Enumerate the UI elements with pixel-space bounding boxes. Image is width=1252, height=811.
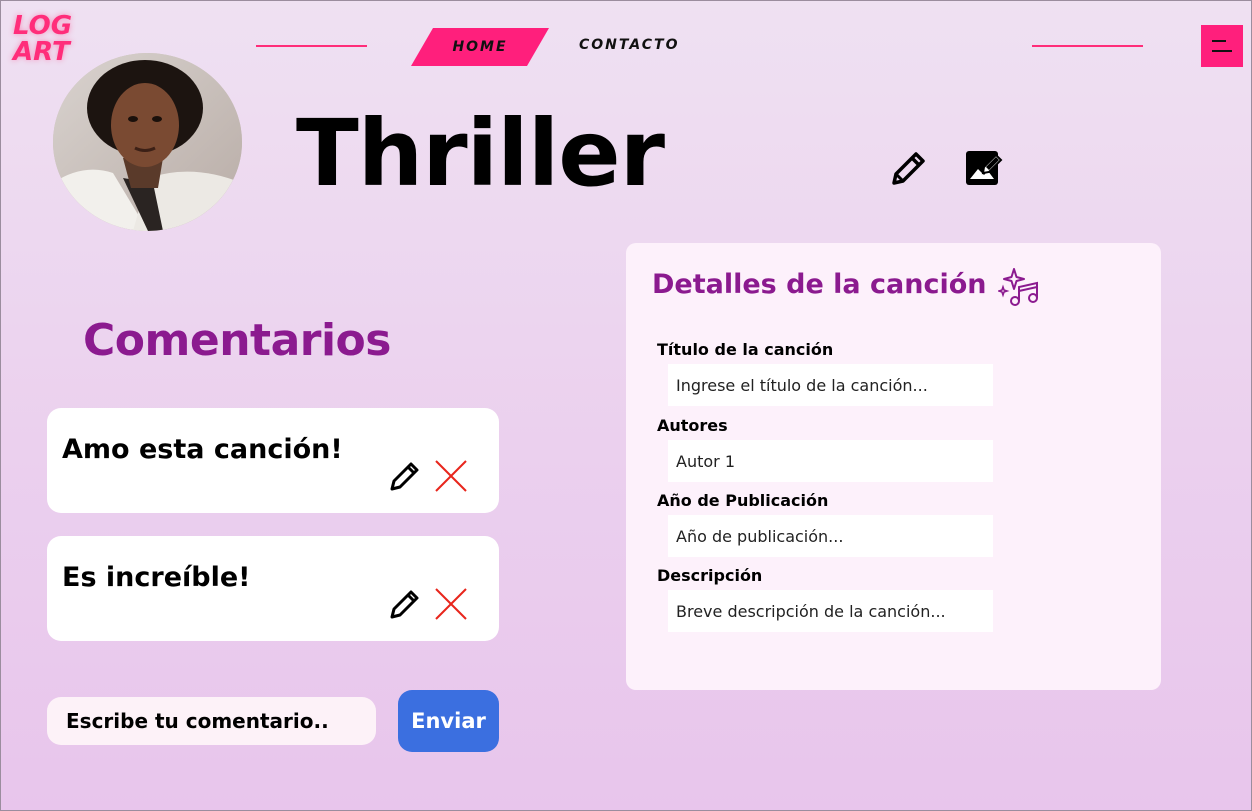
delete-comment-button[interactable]	[433, 458, 469, 494]
close-icon	[435, 588, 467, 620]
year-field-label: Año de Publicación	[657, 491, 829, 510]
title-field[interactable]	[668, 364, 993, 406]
details-heading: Detalles de la canción	[652, 269, 987, 300]
song-details-panel: Detalles de la canción Título de la canc…	[626, 243, 1161, 690]
album-cover-photo	[53, 53, 242, 231]
logo-line-2: ART	[13, 37, 70, 67]
close-icon	[435, 460, 467, 492]
music-sparkle-icon	[998, 268, 1038, 306]
logo-line-1: LOG	[13, 11, 73, 41]
edit-title-button[interactable]	[888, 147, 930, 189]
comment-text: Es increíble!	[62, 562, 251, 593]
menu-button[interactable]	[1201, 25, 1243, 67]
logo[interactable]: LOG ART	[13, 13, 72, 65]
comment-input[interactable]	[47, 697, 376, 745]
delete-comment-button[interactable]	[433, 586, 469, 622]
authors-field-label: Autores	[657, 416, 728, 435]
edit-comment-button[interactable]	[387, 458, 423, 494]
song-title: Thriller	[296, 100, 665, 207]
comment-card: Es increíble!	[47, 536, 499, 641]
description-field[interactable]	[668, 590, 993, 632]
nav-divider-left	[256, 45, 367, 47]
nav-home-link[interactable]: HOME	[411, 28, 549, 66]
nav-divider-right	[1032, 45, 1143, 47]
comment-text: Amo esta canción!	[62, 434, 343, 465]
comment-card: Amo esta canción!	[47, 408, 499, 513]
edit-image-icon	[966, 151, 1003, 185]
authors-field[interactable]	[668, 440, 993, 482]
edit-comment-button[interactable]	[387, 586, 423, 622]
pencil-icon	[390, 590, 419, 619]
album-cover	[53, 53, 242, 231]
edit-image-button[interactable]	[962, 147, 1004, 189]
pencil-icon	[892, 152, 925, 185]
pencil-icon	[390, 462, 419, 491]
title-field-label: Título de la canción	[657, 340, 834, 359]
description-field-label: Descripción	[657, 566, 763, 585]
year-field[interactable]	[668, 515, 993, 557]
send-comment-button[interactable]: Enviar	[398, 690, 499, 752]
comments-heading: Comentarios	[83, 315, 391, 366]
nav-contact-link[interactable]: CONTACTO	[579, 37, 680, 57]
